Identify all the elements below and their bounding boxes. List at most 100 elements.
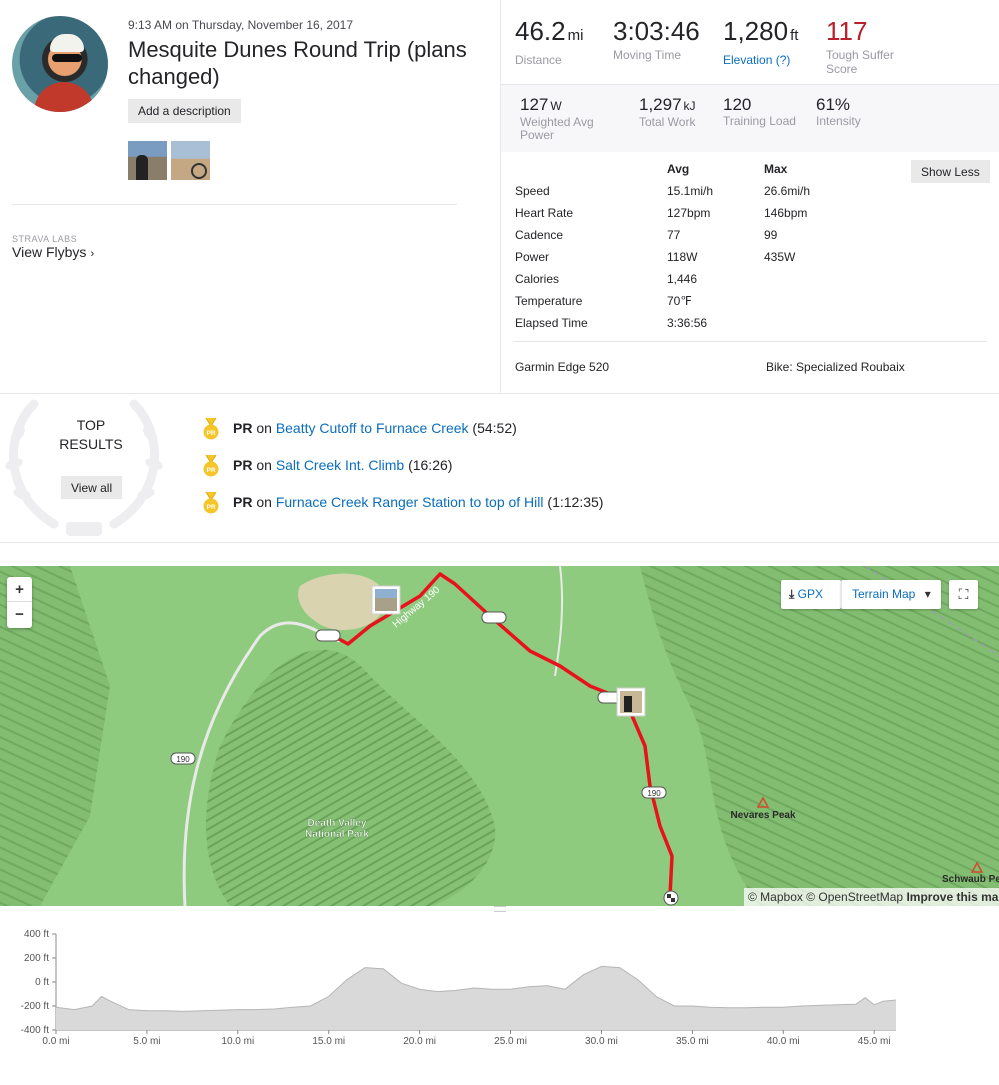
activity-title[interactable]: Mesquite Dunes Round Trip (plans changed… xyxy=(128,36,498,90)
map-attribution: © Mapbox © OpenStreetMap Improve this ma… xyxy=(744,888,999,906)
pr-medal-icon: PR xyxy=(203,492,219,514)
stat-label: Speed xyxy=(515,184,550,198)
activity-photo-thumbnail[interactable] xyxy=(171,141,210,180)
show-less-button[interactable]: Show Less xyxy=(911,160,990,183)
stat-avg: 127bpm xyxy=(667,206,711,220)
stat-label: Calories xyxy=(515,272,560,286)
stat-avg: 118W xyxy=(667,250,698,264)
x-tick-label: 45.0 mi xyxy=(858,1036,891,1047)
stat-total-work: 1,297 kJ Total Work xyxy=(639,95,696,129)
strava-labs-label: STRAVA LABS xyxy=(12,234,78,244)
stat-distance: 46.2 mi Distance xyxy=(515,16,584,67)
segment-link[interactable]: Furnace Creek Ranger Station to top of H… xyxy=(276,494,544,510)
stat-moving-time: 3:03:46 Moving Time xyxy=(613,16,700,62)
activity-photo-thumbnail[interactable] xyxy=(128,141,167,180)
divider xyxy=(12,204,457,205)
photo-marker[interactable] xyxy=(616,687,646,717)
pr-label: PR xyxy=(233,457,253,473)
divider xyxy=(513,341,987,342)
improve-map-link[interactable]: Improve this map xyxy=(906,890,999,904)
svg-text:PR: PR xyxy=(206,430,215,437)
download-icon: ⤓ xyxy=(789,587,795,601)
y-axis: 400 ft 200 ft 0 ft -200 ft -400 ft xyxy=(21,929,57,1036)
stat-max: 435W xyxy=(764,250,796,264)
stat-row: Calories 1,446 xyxy=(515,272,855,288)
elevation-chart[interactable]: 400 ft 200 ft 0 ft -200 ft -400 ft 0.0 mi 5.0… xyxy=(0,918,999,1085)
on-label: on xyxy=(252,457,276,473)
zoom-control: + − xyxy=(7,577,32,628)
stat-row: Speed 15.1mi/h 26.6mi/h xyxy=(515,184,855,200)
gpx-download-button[interactable]: ⤓ GPX xyxy=(781,580,841,609)
add-description-button[interactable]: Add a description xyxy=(128,99,241,123)
x-tick-label: 20.0 mi xyxy=(403,1036,436,1047)
highway-shield: 190 xyxy=(641,786,667,799)
x-tick-label: 0.0 mi xyxy=(42,1036,69,1047)
view-flybys-link[interactable]: View Flybys › xyxy=(12,244,94,260)
svg-text:PR: PR xyxy=(206,504,215,511)
segment-time: (1:12:35) xyxy=(543,494,604,510)
activity-stats: 46.2 mi Distance 3:03:46 Moving Time 1,28… xyxy=(500,0,999,393)
y-tick-label: 200 ft xyxy=(24,953,49,964)
primary-stats: 46.2 mi Distance 3:03:46 Moving Time 1,28… xyxy=(501,0,999,84)
x-tick-label: 10.0 mi xyxy=(221,1036,254,1047)
view-all-button[interactable]: View all xyxy=(61,476,123,499)
stat-max: 26.6mi/h xyxy=(764,184,811,198)
dropdown-caret-icon: ▾ xyxy=(924,587,931,601)
route-map[interactable]: 190 190 Highway 190 Death Valley Nationa… xyxy=(0,566,999,906)
stat-row: Elapsed Time 3:36:56 xyxy=(515,316,855,332)
pr-medal-icon: PR xyxy=(203,418,219,440)
svg-text:PR: PR xyxy=(206,467,215,474)
x-tick-label: 5.0 mi xyxy=(133,1036,160,1047)
fullscreen-icon: ⛶ xyxy=(958,586,969,602)
activity-date: 9:13 AM on Thursday, November 16, 2017 xyxy=(128,18,354,32)
stat-avg: 70℉ xyxy=(667,294,692,308)
zoom-out-button[interactable]: − xyxy=(7,602,32,627)
map-type-dropdown[interactable]: Terrain Map ▾ xyxy=(841,580,941,609)
stat-label: Heart Rate xyxy=(515,206,574,220)
stat-weighted-power: 127 W Weighted Avg Power xyxy=(520,95,594,142)
zoom-in-button[interactable]: + xyxy=(7,577,32,602)
stat-avg: 1,446 xyxy=(667,272,698,286)
top-results-section: TOP RESULTS View all PR PR on Beatty Cuto… xyxy=(0,393,999,543)
x-tick-label: 15.0 mi xyxy=(312,1036,345,1047)
top-results-title: TOP RESULTS xyxy=(59,417,123,452)
stat-row: Temperature 70℉ xyxy=(515,294,855,310)
stat-row: Cadence 77 99 xyxy=(515,228,855,244)
stat-intensity: 61% Intensity xyxy=(816,95,861,128)
athlete-avatar[interactable] xyxy=(12,16,108,112)
y-tick-label: -200 ft xyxy=(21,1001,50,1012)
y-tick-label: -400 ft xyxy=(21,1025,50,1036)
highway-shield: 190 xyxy=(170,752,196,765)
bike-name[interactable]: Bike: Specialized Roubaix xyxy=(766,360,905,374)
stat-label: Temperature xyxy=(515,294,583,308)
peak-label: Schwaub Pe xyxy=(942,874,999,885)
y-tick-label: 0 ft xyxy=(35,977,49,988)
pr-medal-icon: PR xyxy=(203,455,219,477)
stat-label: Elapsed Time xyxy=(515,316,588,330)
elevation-area xyxy=(56,966,896,1030)
park-label: Death Valley xyxy=(308,818,367,829)
stat-avg: 3:36:56 xyxy=(667,316,708,330)
svg-text:190: 190 xyxy=(647,789,661,798)
stat-label: Power xyxy=(515,250,550,264)
pr-label: PR xyxy=(233,494,253,510)
finish-flag-icon xyxy=(663,890,679,906)
x-tick-label: 40.0 mi xyxy=(767,1036,800,1047)
x-tick-label: 35.0 mi xyxy=(676,1036,709,1047)
segment-link[interactable]: Beatty Cutoff to Furnace Creek xyxy=(276,420,469,436)
highway-shield xyxy=(481,611,507,624)
segment-time: (16:26) xyxy=(404,457,453,473)
terrain-map[interactable]: 190 190 Highway 190 Death Valley Nationa… xyxy=(0,566,999,906)
resize-handle[interactable] xyxy=(494,906,506,912)
stat-suffer-score: 117 Tough Suffer Score xyxy=(826,16,894,76)
map-type-label: Terrain Map xyxy=(852,587,916,601)
secondary-stats: 127 W Weighted Avg Power 1,297 kJ Total Wo… xyxy=(501,84,999,152)
y-tick-label: 400 ft xyxy=(24,929,49,940)
park-label: National Park xyxy=(305,829,369,840)
fullscreen-button[interactable]: ⛶ xyxy=(949,580,978,609)
stat-row: Power 118W 435W xyxy=(515,250,855,266)
photo-marker[interactable] xyxy=(371,585,401,615)
avg-header: Avg xyxy=(667,162,690,176)
segment-link[interactable]: Salt Creek Int. Climb xyxy=(276,457,404,473)
elevation-help-link[interactable]: Elevation (?) xyxy=(723,53,798,67)
